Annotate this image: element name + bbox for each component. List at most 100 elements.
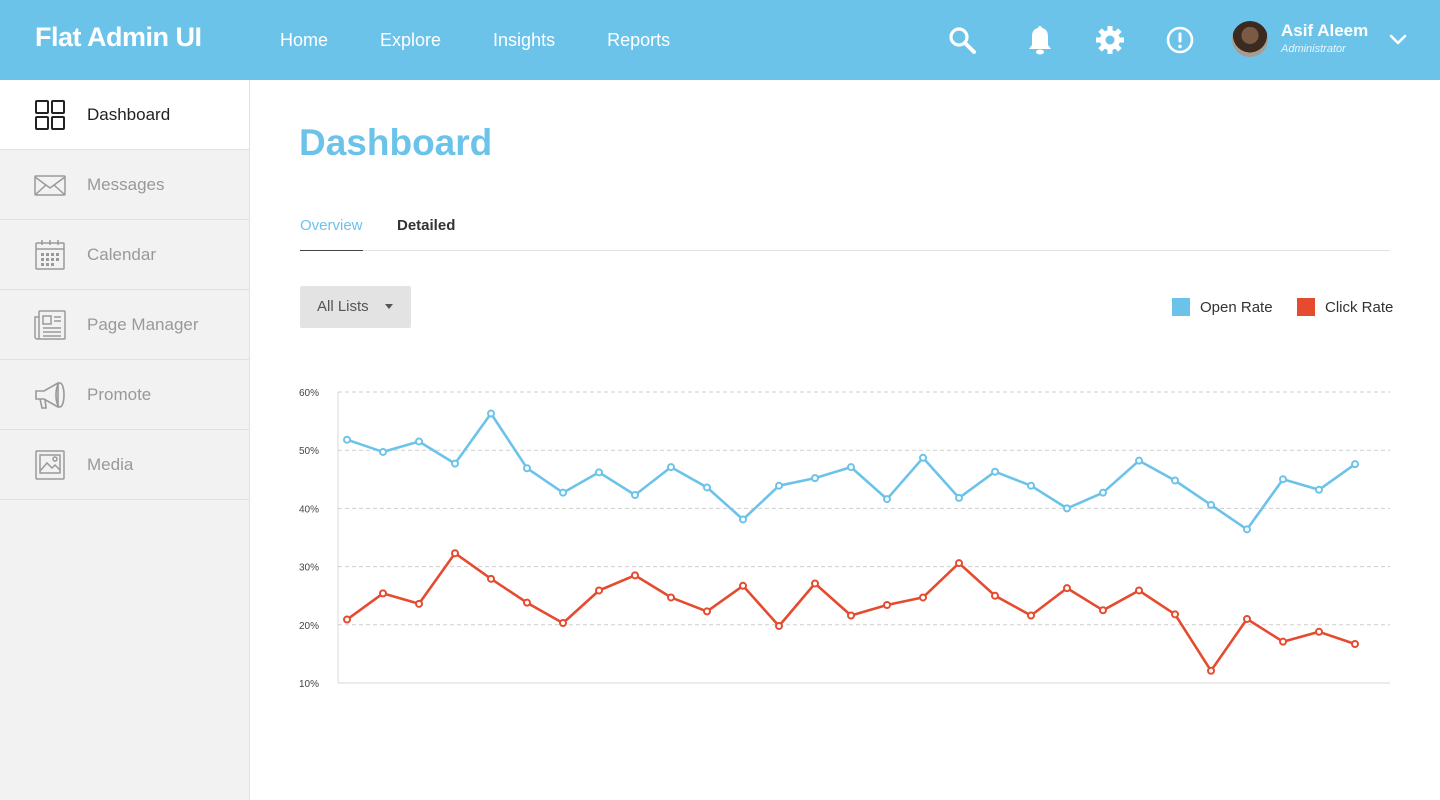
sidebar-item-label: Media [87, 454, 134, 474]
data-point [1243, 614, 1251, 623]
sidebar: Dashboard Messages Calendar Page Manager… [0, 80, 250, 800]
data-point [631, 571, 639, 580]
data-point [1027, 481, 1035, 490]
y-tick-label: 50% [299, 446, 319, 457]
grid-icon [35, 100, 65, 130]
data-point [991, 591, 999, 600]
data-point [1063, 584, 1071, 593]
data-point [667, 593, 675, 602]
data-point [1207, 666, 1215, 675]
image-icon [35, 450, 65, 480]
data-point [1279, 475, 1287, 484]
line-chart: 10% 20% 30% 40% 50% 60% [299, 388, 1390, 690]
data-point [415, 437, 423, 446]
data-point [1351, 460, 1359, 469]
nav-home[interactable]: Home [280, 30, 328, 51]
y-tick-label: 40% [299, 504, 319, 515]
legend-swatch [1172, 298, 1190, 316]
data-point [847, 611, 855, 620]
data-point [883, 495, 891, 504]
data-point [1099, 488, 1107, 497]
data-point [1207, 500, 1215, 509]
tab-detailed[interactable]: Detailed [397, 217, 455, 234]
data-point [919, 453, 927, 462]
data-point [595, 468, 603, 477]
data-point [631, 491, 639, 500]
list-filter-value: All Lists [317, 298, 369, 315]
legend-label: Click Rate [1325, 298, 1394, 316]
series-line-open-rate [346, 412, 1356, 531]
sidebar-item-calendar[interactable]: Calendar [0, 220, 249, 290]
search-icon[interactable] [942, 20, 982, 60]
data-point [487, 409, 495, 418]
page-title: Dashboard [299, 122, 493, 163]
sidebar-item-messages[interactable]: Messages [0, 150, 249, 220]
data-point [1135, 456, 1143, 465]
data-point [379, 589, 387, 598]
tab-overview[interactable]: Overview [300, 217, 363, 251]
legend-click-rate: Click Rate [1297, 298, 1393, 316]
legend-label: Open Rate [1200, 298, 1273, 316]
data-point [775, 621, 783, 630]
y-tick-label: 10% [299, 679, 319, 690]
sidebar-item-label: Dashboard [87, 104, 171, 124]
data-point [1135, 586, 1143, 595]
y-tick-label: 30% [299, 563, 319, 574]
alert-icon[interactable] [1160, 20, 1200, 60]
user-role: Administrator [1281, 43, 1346, 55]
nav-insights[interactable]: Insights [493, 30, 555, 51]
data-point [1099, 606, 1107, 615]
nav-explore[interactable]: Explore [380, 30, 441, 51]
data-point [667, 463, 675, 472]
data-point [919, 593, 927, 602]
y-tick-label: 20% [299, 621, 319, 632]
calendar-icon [35, 240, 65, 270]
data-point [1171, 610, 1179, 619]
data-point [343, 615, 351, 624]
top-bar: Flat Admin UI Home Explore Insights Repo… [0, 0, 1440, 80]
nav-reports[interactable]: Reports [607, 30, 670, 51]
chart-grid: 10% 20% 30% 40% 50% 60% [299, 388, 1390, 690]
sidebar-item-label: Messages [87, 174, 165, 194]
data-point [703, 607, 711, 616]
data-point [1279, 637, 1287, 646]
legend-swatch [1297, 298, 1315, 316]
data-point [703, 483, 711, 492]
megaphone-icon [35, 381, 65, 409]
gear-icon[interactable] [1090, 20, 1130, 60]
sidebar-item-page-manager[interactable]: Page Manager [0, 290, 249, 360]
caret-down-icon [385, 304, 393, 309]
data-point [595, 586, 603, 595]
envelope-icon [34, 175, 66, 196]
data-point [559, 488, 567, 497]
data-point [1063, 504, 1071, 513]
bell-icon[interactable] [1020, 20, 1060, 60]
data-point [451, 549, 459, 558]
sidebar-item-promote[interactable]: Promote [0, 360, 249, 430]
brand-logo[interactable]: Flat Admin UI [35, 22, 202, 53]
data-point [523, 464, 531, 473]
list-filter-dropdown[interactable]: All Lists [300, 286, 411, 328]
data-point [883, 601, 891, 610]
data-point [487, 574, 495, 583]
data-point [1243, 525, 1251, 534]
data-point [991, 467, 999, 476]
user-name[interactable]: Asif Aleem [1281, 21, 1368, 41]
sidebar-item-dashboard[interactable]: Dashboard [0, 80, 249, 150]
data-point [811, 474, 819, 483]
top-nav: Home Explore Insights Reports [280, 0, 722, 80]
data-point [955, 493, 963, 502]
data-point [415, 599, 423, 608]
sidebar-item-media[interactable]: Media [0, 430, 249, 500]
data-point [343, 435, 351, 444]
chevron-down-icon[interactable] [1386, 28, 1410, 52]
data-point [523, 598, 531, 607]
data-point [775, 481, 783, 490]
data-point [559, 619, 567, 628]
legend-open-rate: Open Rate [1172, 298, 1273, 316]
y-tick-label: 60% [299, 388, 319, 399]
data-point [739, 515, 747, 524]
data-point [847, 463, 855, 472]
avatar[interactable] [1232, 21, 1268, 57]
data-point [955, 559, 963, 568]
